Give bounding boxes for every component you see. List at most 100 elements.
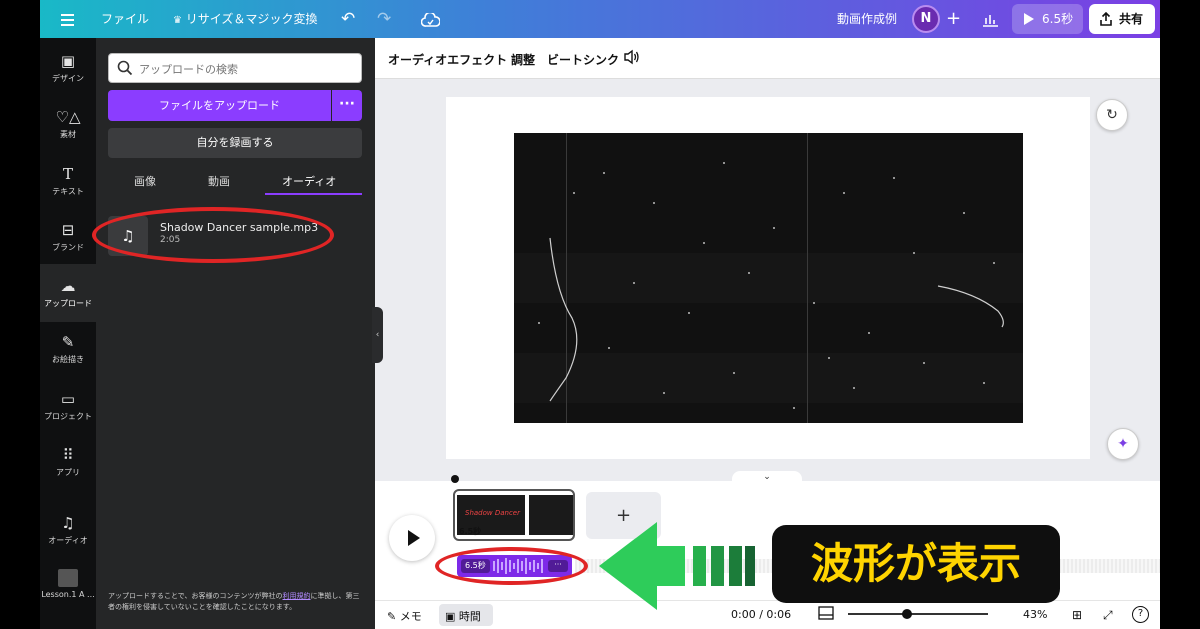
- app-window: ファイル ♛ リサイズ＆マジック変換 ↶ ↷ 動画作成例 N + 6.5秒 共有…: [0, 0, 1200, 629]
- draw-icon: ✎: [61, 333, 75, 351]
- elements-icon: ♡△: [55, 108, 81, 126]
- rail-item-projects[interactable]: ▭ プロジェクト: [40, 390, 96, 422]
- redo-icon[interactable]: ↷: [377, 0, 391, 38]
- text-icon: T: [62, 165, 73, 183]
- annotation-callout: 波形が表示: [772, 525, 1060, 603]
- design-canvas[interactable]: ↻ ✦: [446, 97, 1139, 460]
- zoom-slider-knob[interactable]: [902, 609, 912, 619]
- rail-item-uploads[interactable]: ☁ アップロード: [40, 264, 96, 322]
- upload-file-button[interactable]: ファイルをアップロード: [108, 90, 331, 121]
- notes-icon: ✎: [387, 610, 397, 623]
- design-icon: ▣: [60, 52, 76, 70]
- timer-label: 時間: [458, 610, 481, 623]
- cloud-save-icon[interactable]: [420, 0, 441, 38]
- audio-effects-button[interactable]: オーディオエフェクト: [388, 51, 507, 68]
- timer-button-content[interactable]: ▣ 時間: [445, 608, 481, 624]
- tab-images[interactable]: 画像: [134, 173, 156, 189]
- play-duration: 6.5秒: [1042, 12, 1074, 26]
- rail-label: Lesson.1 A ...: [41, 590, 95, 599]
- folder-icon: ▭: [60, 390, 76, 408]
- add-comment-icon[interactable]: ↻: [1096, 99, 1128, 131]
- rail-item-audio[interactable]: ♫ オーディオ: [40, 514, 96, 546]
- top-bar: ファイル ♛ リサイズ＆マジック変換 ↶ ↷ 動画作成例 N + 6.5秒 共有: [40, 0, 1160, 38]
- highlight-circle-audio-track: [435, 547, 588, 585]
- context-toolbar: オーディオエフェクト 調整 ビートシンク: [375, 38, 1160, 79]
- clip-duration: 6.5秒: [459, 527, 482, 536]
- rail-item-design[interactable]: ▣ デザイン: [40, 52, 96, 84]
- apps-icon: ⠿: [62, 446, 74, 464]
- rail-label: デザイン: [52, 74, 84, 83]
- resize-magic-button[interactable]: ♛ リサイズ＆マジック変換: [173, 0, 317, 38]
- highlight-circle-audio-file: [92, 207, 334, 263]
- rail-item-brand[interactable]: ⊟ ブランド: [40, 221, 96, 253]
- timer-icon: ▣: [445, 610, 456, 623]
- help-icon[interactable]: ?: [1132, 606, 1149, 623]
- rail-item-text[interactable]: T テキスト: [40, 165, 96, 197]
- tab-audio[interactable]: オーディオ: [282, 173, 336, 189]
- adjust-button[interactable]: 調整: [511, 51, 535, 68]
- rail-item-apps[interactable]: ⠿ アプリ: [40, 446, 96, 478]
- clip-thumbnail: [529, 495, 573, 535]
- terms-link[interactable]: 利用規約: [283, 592, 311, 600]
- zoom-slider[interactable]: [848, 609, 988, 619]
- active-tab-indicator: [265, 193, 362, 195]
- search-icon: [117, 60, 133, 76]
- rail-label: オーディオ: [48, 536, 88, 545]
- pages-grid-icon[interactable]: ⊞: [1072, 608, 1082, 622]
- document-title[interactable]: 動画作成例: [837, 0, 897, 38]
- present-play-button[interactable]: 6.5秒: [1012, 4, 1083, 34]
- rail-label: テキスト: [52, 187, 84, 196]
- upload-terms-notice: アップロードすることで、お客様のコンテンツが弊社の利用規約に準拠し、第三者の権利…: [108, 591, 364, 613]
- rail-label: アプリ: [56, 468, 80, 477]
- undo-icon[interactable]: ↶: [341, 0, 355, 38]
- record-yourself-button[interactable]: 自分を録画する: [108, 128, 362, 158]
- share-button[interactable]: 共有: [1089, 4, 1155, 34]
- timeline-play-button[interactable]: [389, 515, 435, 561]
- rail-label: プロジェクト: [44, 412, 92, 421]
- timeline-collapse-handle[interactable]: ⌄: [732, 471, 802, 483]
- bottom-bar: ✎ メモ ▣ 時間 0:00 / 0:06 43% ⊞ ⤢ ?: [375, 600, 1160, 629]
- collapse-panel-handle[interactable]: ‹: [372, 307, 383, 363]
- user-avatar[interactable]: N: [912, 5, 940, 33]
- upload-icon: ☁: [60, 277, 76, 295]
- video-element[interactable]: [514, 133, 1023, 423]
- playhead-marker[interactable]: [451, 475, 459, 483]
- film-grain-overlay: [538, 162, 1004, 409]
- zoom-level[interactable]: 43%: [1023, 608, 1047, 621]
- notes-label: メモ: [399, 610, 422, 623]
- rail-item-lesson[interactable]: Lesson.1 A ...: [40, 569, 96, 599]
- grid-view-icon[interactable]: [818, 606, 834, 623]
- magic-assistant-icon[interactable]: ✦: [1107, 428, 1139, 460]
- resize-label: リサイズ＆マジック変換: [185, 12, 318, 26]
- search-box[interactable]: [108, 53, 362, 83]
- analytics-icon[interactable]: [982, 0, 999, 38]
- rail-label: ブランド: [52, 243, 84, 252]
- clip-title: Shadow Dancer: [465, 509, 520, 517]
- volume-icon[interactable]: [623, 49, 640, 68]
- left-rail: ▣ デザイン ♡△ 素材 T テキスト ⊟ ブランド ☁ アップロード ✎ お絵…: [40, 38, 96, 629]
- lesson-thumbnail: [58, 569, 78, 587]
- rail-label: お絵描き: [52, 355, 84, 364]
- menu-icon[interactable]: [61, 11, 74, 29]
- uploads-panel: ファイルをアップロード ··· 自分を録画する 画像 動画 オーディオ ♫ Sh…: [96, 38, 375, 629]
- rail-label: アップロード: [44, 299, 92, 308]
- rail-item-elements[interactable]: ♡△ 素材: [40, 108, 96, 140]
- video-clip[interactable]: Shadow Dancer 6.5秒: [453, 489, 575, 541]
- file-menu[interactable]: ファイル: [101, 0, 149, 38]
- notes-button[interactable]: ✎ メモ: [387, 608, 422, 624]
- brand-icon: ⊟: [61, 221, 75, 239]
- music-icon: ♫: [61, 514, 75, 532]
- play-icon: [1024, 13, 1034, 25]
- tab-videos[interactable]: 動画: [208, 173, 230, 189]
- search-input[interactable]: [139, 60, 349, 78]
- upload-more-button[interactable]: ···: [332, 90, 362, 121]
- annotation-arrow: [599, 522, 755, 610]
- fullscreen-icon[interactable]: ⤢: [1103, 608, 1113, 623]
- beat-sync-button[interactable]: ビートシンク: [547, 51, 619, 68]
- share-label: 共有: [1119, 12, 1144, 26]
- terms-text: アップロードすることで、お客様のコンテンツが弊社の: [108, 592, 283, 600]
- add-collaborator-icon[interactable]: +: [946, 0, 961, 38]
- share-icon: [1100, 12, 1112, 26]
- rail-item-draw[interactable]: ✎ お絵描き: [40, 333, 96, 365]
- rail-label: 素材: [60, 130, 76, 139]
